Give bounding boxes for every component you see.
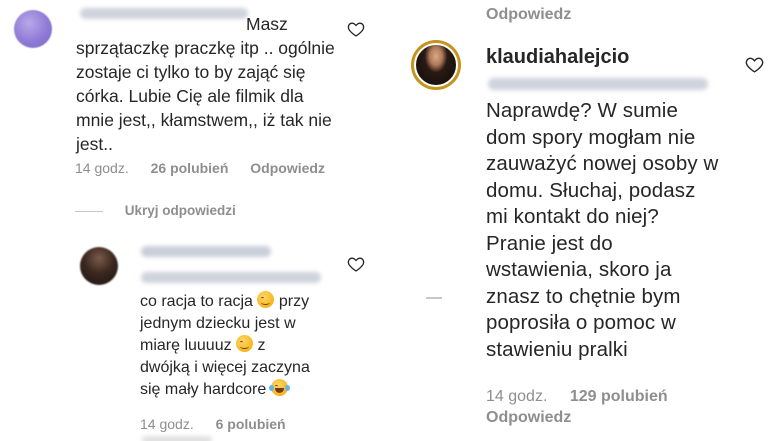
laughing-tears-emoji-icon <box>268 379 290 396</box>
comment-meta: 14 godz. 26 polubień Odpowiedz <box>75 160 343 176</box>
blurred-username <box>80 8 248 19</box>
heart-icon[interactable] <box>745 56 764 73</box>
cut-off-reply-button <box>142 436 212 441</box>
heart-icon[interactable] <box>347 21 365 37</box>
comment-time: 14 godz. <box>75 160 129 176</box>
reply-likes[interactable]: 6 polubień <box>216 416 286 432</box>
comment-body: Naprawdę? W sumie dom spory mogłam nie z… <box>486 99 719 361</box>
top-reply-button[interactable]: Odpowiedz <box>486 6 589 24</box>
blurred-mention <box>141 272 321 283</box>
reply-button[interactable]: Odpowiedz <box>250 160 325 176</box>
reply-meta: 14 godz. 6 polubień <box>140 416 304 432</box>
collapsed-thread-line <box>426 297 442 299</box>
comment-time: 14 godz. <box>486 388 548 405</box>
panel-divider <box>382 0 400 441</box>
hide-replies-line <box>75 210 103 212</box>
smile-emoji-icon <box>236 335 254 352</box>
smile-emoji-icon <box>257 291 275 308</box>
reply-avatar[interactable] <box>80 247 118 285</box>
reply-time: 14 godz. <box>140 416 194 432</box>
blurred-mention <box>488 78 708 90</box>
hide-replies-button[interactable]: Ukryj odpowiedzi <box>75 203 236 218</box>
reply-body: co racja to racja przy jednym dziecku je… <box>140 291 310 398</box>
right-comments-panel: Odpowiedz klaudiahalejcio Naprawdę? W su… <box>400 0 784 441</box>
heart-icon[interactable] <box>347 256 365 272</box>
comment-likes[interactable]: 129 polubień <box>570 388 668 405</box>
comment-likes[interactable]: 26 polubień <box>151 160 229 176</box>
blurred-reply-username <box>141 246 271 257</box>
comment-username[interactable]: klaudiahalejcio <box>486 46 629 69</box>
klaudia-avatar[interactable] <box>411 40 461 90</box>
reply-button[interactable]: Odpowiedz <box>486 409 589 427</box>
hide-replies-label: Ukryj odpowiedzi <box>124 203 236 218</box>
comment-meta: 14 godz. 129 polubień <box>486 388 686 406</box>
commenter-avatar[interactable] <box>14 10 52 48</box>
left-comments-panel: Masz sprzątaczkę praczkę itp .. ogólnie … <box>0 0 382 441</box>
